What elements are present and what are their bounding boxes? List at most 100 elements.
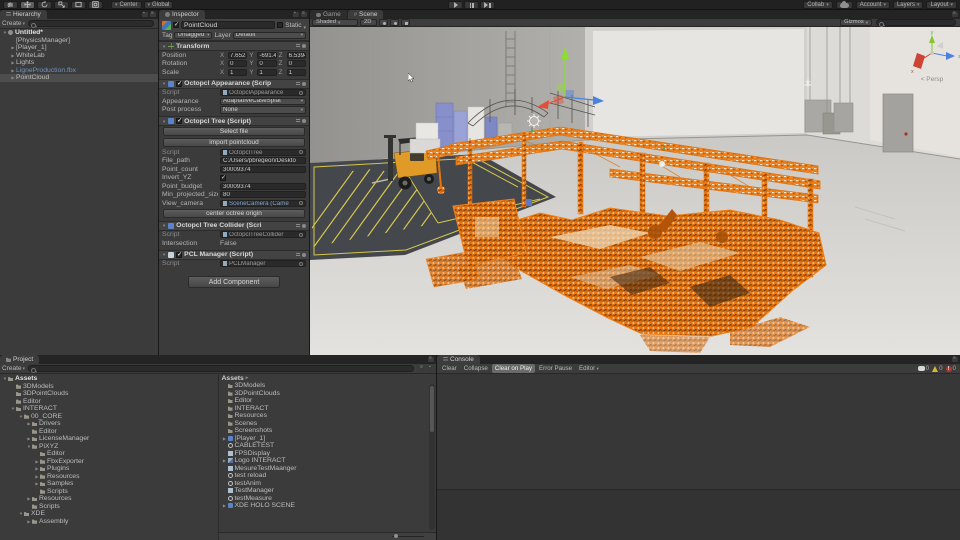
- scale-z-field[interactable]: 1: [286, 68, 306, 76]
- layer-dropdown[interactable]: Default: [232, 31, 306, 40]
- component-enabled-checkbox[interactable]: [176, 80, 182, 87]
- project-tree-item[interactable]: ▶ Assembly: [0, 518, 218, 526]
- asset-item[interactable]: Editor: [222, 397, 437, 405]
- gameobject-name-field[interactable]: PointCloud: [181, 21, 276, 29]
- hierarchy-item[interactable]: [PhysicsManager]: [0, 37, 158, 45]
- select-file-button[interactable]: Select file: [163, 127, 305, 136]
- collapse-toggle[interactable]: Collapse: [461, 364, 491, 373]
- light-gizmo[interactable]: [527, 114, 541, 128]
- view-camera-object-field[interactable]: SceneCamera (Came: [220, 199, 306, 207]
- step-button[interactable]: [480, 1, 495, 9]
- hierarchy-item[interactable]: ▶ WhiteLab: [0, 52, 158, 60]
- project-tree-item[interactable]: Editor: [0, 450, 218, 458]
- asset-item[interactable]: Screenshots: [222, 427, 437, 435]
- project-tree-item[interactable]: ▼ INTERACT: [0, 405, 218, 413]
- hierarchy-item[interactable]: ▶ LigneProduction.fbx: [0, 67, 158, 75]
- error-count[interactable]: ! 0: [945, 365, 956, 372]
- warning-count[interactable]: 0: [932, 365, 943, 372]
- project-tree-item[interactable]: Editor: [0, 398, 218, 406]
- hierarchy-create-button[interactable]: Create: [2, 20, 25, 27]
- scene-lighting-toggle[interactable]: [379, 19, 389, 26]
- active-checkbox[interactable]: [173, 21, 179, 28]
- project-create-button[interactable]: Create: [2, 365, 25, 372]
- move-tool-button[interactable]: [20, 0, 35, 9]
- project-tree-item[interactable]: ▶ LicenseManager: [0, 435, 218, 443]
- tab-game[interactable]: Game: [310, 10, 347, 19]
- gear-icon[interactable]: [302, 223, 306, 228]
- scene-search-input[interactable]: [876, 19, 956, 27]
- hierarchy-search-input[interactable]: [28, 20, 154, 28]
- asset-item[interactable]: 3DPointClouds: [222, 390, 437, 398]
- panel-menu-icon[interactable]: [428, 355, 434, 362]
- cloud-button[interactable]: [835, 0, 853, 9]
- component-header-pcl-manager[interactable]: PCL Manager (Script): [159, 249, 309, 260]
- console-detail-area[interactable]: [437, 490, 960, 540]
- fold-arrow-icon[interactable]: ▶: [222, 436, 228, 441]
- fold-arrow-icon[interactable]: ▼: [26, 444, 32, 449]
- project-search-input[interactable]: [28, 365, 414, 373]
- presets-icon[interactable]: [296, 119, 300, 123]
- fold-arrow-icon[interactable]: ▶: [34, 481, 40, 486]
- asset-item[interactable]: Scenes: [222, 420, 437, 428]
- rotation-z-field[interactable]: 0: [286, 60, 306, 68]
- project-tree-item[interactable]: ▶ FbxExporter: [0, 458, 218, 466]
- fold-arrow-icon[interactable]: ▼: [18, 414, 24, 419]
- panel-menu-icon[interactable]: [150, 10, 156, 17]
- fold-arrow-icon[interactable]: ▶: [222, 503, 228, 508]
- fold-arrow-icon[interactable]: ▶: [34, 459, 40, 464]
- asset-item[interactable]: 3DModels: [222, 382, 437, 390]
- invert-yz-checkbox[interactable]: [220, 174, 226, 181]
- pivot-global-button[interactable]: Global: [143, 0, 174, 9]
- component-header-appearance[interactable]: Octopcl Appearance (Scrip: [159, 78, 309, 89]
- rect-tool-button[interactable]: [71, 0, 86, 9]
- presets-icon[interactable]: [296, 252, 300, 257]
- transform-tool-button[interactable]: [88, 0, 103, 9]
- lock-icon[interactable]: [142, 10, 148, 17]
- tab-console[interactable]: Console: [437, 355, 480, 364]
- scale-x-field[interactable]: 1: [228, 68, 248, 76]
- scale-tool-button[interactable]: [54, 0, 69, 9]
- gizmos-dropdown[interactable]: Gizmos: [840, 19, 872, 26]
- project-tree-item[interactable]: ▼ PiXYZ: [0, 443, 218, 451]
- tab-scene[interactable]: Scene: [347, 10, 384, 19]
- project-tree-item[interactable]: ▶ Resources: [0, 495, 218, 503]
- project-tree-item[interactable]: ▼ XDE: [0, 510, 218, 518]
- panel-menu-icon[interactable]: [301, 10, 307, 17]
- search-options-icon[interactable]: [419, 364, 425, 371]
- script-object-field[interactable]: OctopclTree: [220, 148, 306, 156]
- editor-dropdown[interactable]: Editor: [576, 364, 602, 373]
- tab-inspector[interactable]: Inspector: [159, 10, 205, 19]
- component-header-octopcl-tree[interactable]: Octopcl Tree (Script): [159, 116, 309, 126]
- asset-item[interactable]: FPSDisplay: [222, 450, 437, 458]
- asset-item[interactable]: testAnim: [222, 480, 437, 488]
- tab-hierarchy[interactable]: Hierarchy: [0, 10, 47, 19]
- project-tree-item[interactable]: ▼ 00_CORE: [0, 413, 218, 421]
- 2d-toggle[interactable]: 2D: [360, 19, 378, 26]
- min-projected-size-field[interactable]: 80: [220, 191, 306, 199]
- asset-item[interactable]: Resources: [222, 412, 437, 420]
- hierarchy-item[interactable]: ▶ [Player_1]: [0, 44, 158, 52]
- play-button[interactable]: [448, 1, 463, 9]
- fold-arrow-icon[interactable]: ▼: [2, 376, 8, 381]
- position-x-field[interactable]: 7.65233: [228, 51, 248, 59]
- console-log-area[interactable]: [437, 374, 960, 490]
- breadcrumb[interactable]: Assets: [219, 374, 437, 382]
- scale-y-field[interactable]: 1: [257, 68, 277, 76]
- static-checkbox[interactable]: [277, 22, 284, 28]
- fold-arrow-icon[interactable]: ▼: [18, 511, 24, 516]
- component-enabled-checkbox[interactable]: [176, 251, 182, 258]
- project-tree-item[interactable]: Editor: [0, 428, 218, 436]
- import-pointcloud-button[interactable]: import pointcloud: [163, 138, 305, 147]
- project-tree-item[interactable]: ▶ Resources: [0, 473, 218, 481]
- panel-menu-icon[interactable]: [952, 355, 958, 362]
- project-tree-item[interactable]: ▶ Drivers: [0, 420, 218, 428]
- layout-menu[interactable]: Layout: [926, 1, 957, 9]
- gear-icon[interactable]: [302, 44, 306, 48]
- component-header-tree-collider[interactable]: Octopcl Tree Collider (Scri: [159, 220, 309, 231]
- tag-dropdown[interactable]: Untagged: [174, 31, 213, 40]
- fold-arrow-icon[interactable]: ▶: [26, 496, 32, 501]
- presets-icon[interactable]: [296, 81, 300, 86]
- clear-button[interactable]: Clear: [439, 364, 460, 373]
- rotation-x-field[interactable]: 0: [228, 60, 248, 68]
- point-count-field[interactable]: 30009374: [220, 165, 306, 173]
